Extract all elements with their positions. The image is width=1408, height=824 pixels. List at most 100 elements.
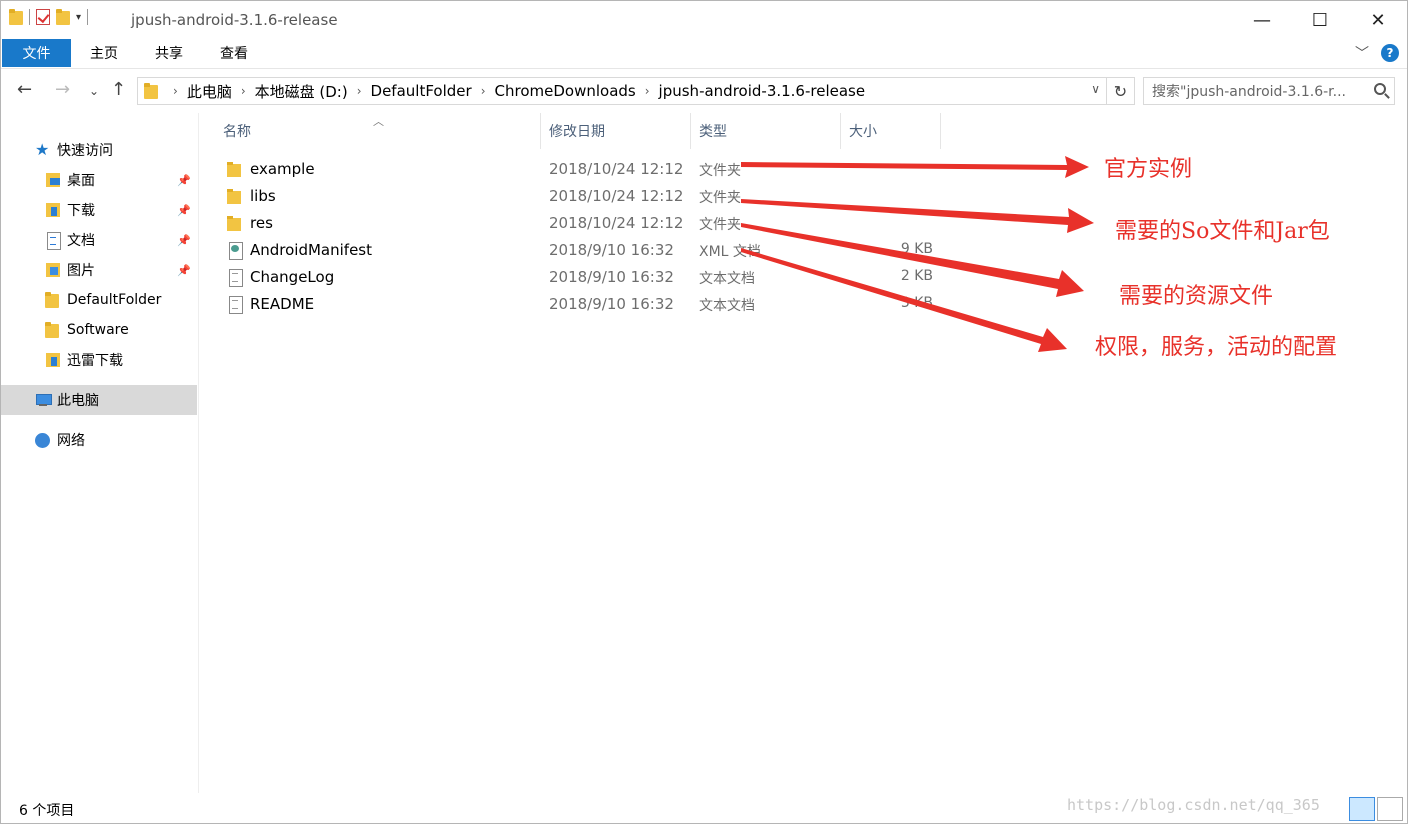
item-count: 6 个项目 [19, 803, 75, 819]
file-row[interactable]: example 2018/10/24 12:12 文件夹 [215, 156, 945, 183]
file-size: 2 KB [900, 268, 933, 284]
nav-item-network[interactable]: 网络 [1, 425, 197, 455]
file-date: 2018/9/10 16:32 [549, 241, 674, 259]
customize-toolbar-arrow-icon[interactable]: ▾ [76, 12, 81, 23]
file-row[interactable]: AndroidManifest 2018/9/10 16:32 XML 文档 9… [215, 237, 945, 264]
file-name: ChangeLog [250, 268, 335, 286]
pin-icon[interactable]: 📌 [177, 264, 191, 277]
folder-icon [227, 188, 243, 204]
explorer-window: ▾ jpush-android-3.1.6-release — ☐ ✕ 文件 主… [0, 0, 1408, 824]
nav-label: 图片 [67, 263, 95, 279]
file-date: 2018/10/24 12:12 [549, 214, 684, 232]
desktop-folder-icon [45, 172, 61, 188]
file-type: XML 文档 [699, 244, 761, 260]
file-date: 2018/10/24 12:12 [549, 160, 684, 178]
breadcrumb-separator-icon[interactable]: › [357, 84, 362, 98]
nav-quick-access[interactable]: ★ 快速访问 [1, 135, 197, 165]
divider [29, 9, 30, 25]
file-name: libs [250, 187, 276, 205]
annotation-label: 需要的So文件和Jar包 [1115, 219, 1330, 244]
breadcrumb-drive-d[interactable]: 本地磁盘 (D:) [255, 81, 348, 102]
breadcrumb-this-pc[interactable]: 此电脑 [187, 81, 232, 102]
tab-home[interactable]: 主页 [73, 39, 135, 67]
nav-label: 快速访问 [57, 143, 113, 159]
expand-ribbon-chevron-icon[interactable]: ﹀ [1355, 43, 1369, 63]
back-arrow-icon[interactable]: ← [17, 79, 32, 100]
breadcrumb-current-folder[interactable]: jpush-android-3.1.6-release [659, 82, 866, 100]
nav-item-this-pc[interactable]: 此电脑 [1, 385, 197, 415]
file-row[interactable]: ChangeLog 2018/9/10 16:32 文本文档 2 KB [215, 264, 945, 291]
documents-folder-icon [45, 232, 61, 250]
folder-icon [9, 9, 23, 25]
breadcrumb-separator-icon[interactable]: › [241, 84, 246, 98]
up-arrow-icon[interactable]: ↑ [111, 79, 126, 100]
file-type: 文本文档 [699, 298, 755, 314]
nav-item-documents[interactable]: 文档 📌 [1, 225, 197, 255]
nav-label: 网络 [57, 433, 85, 449]
tab-file[interactable]: 文件 [2, 39, 71, 67]
network-icon [35, 432, 51, 448]
nav-label: Software [67, 322, 129, 338]
folder-icon [45, 322, 61, 338]
nav-label: DefaultFolder [67, 292, 162, 308]
breadcrumb-separator-icon[interactable]: › [173, 84, 178, 98]
computer-icon [35, 392, 52, 408]
column-header-size[interactable]: 大小 [841, 113, 941, 149]
column-header-type[interactable]: 类型 [691, 113, 841, 149]
nav-item-defaultfolder[interactable]: DefaultFolder [1, 285, 197, 315]
forward-arrow-icon[interactable]: → [55, 79, 70, 100]
file-size: 3 KB [900, 295, 933, 311]
ribbon-right-controls: ﹀ ? [1355, 43, 1399, 63]
ribbon-tabs: 文件 主页 共享 查看 ﹀ ? [1, 39, 1407, 69]
nav-item-software[interactable]: Software [1, 315, 197, 345]
file-date: 2018/9/10 16:32 [549, 295, 674, 313]
file-name: README [250, 295, 315, 313]
downloads-folder-icon [45, 202, 61, 218]
pin-icon[interactable]: 📌 [177, 204, 191, 217]
tab-view[interactable]: 查看 [203, 39, 265, 67]
breadcrumb-chromedownloads[interactable]: ChromeDownloads [495, 82, 636, 100]
address-bar[interactable]: › 此电脑 › 本地磁盘 (D:) › DefaultFolder › Chro… [137, 77, 1107, 105]
folder-icon [227, 215, 243, 231]
search-placeholder: 搜索"jpush-android-3.1.6-r... [1152, 84, 1346, 100]
refresh-icon[interactable]: ↻ [1107, 77, 1135, 105]
properties-icon[interactable] [36, 9, 50, 25]
file-row[interactable]: libs 2018/10/24 12:12 文件夹 [215, 183, 945, 210]
close-button[interactable]: ✕ [1349, 1, 1407, 39]
details-view-icon[interactable] [1349, 797, 1375, 821]
file-size: 9 KB [900, 241, 933, 257]
breadcrumb-separator-icon[interactable]: › [645, 84, 650, 98]
nav-item-downloads[interactable]: 下载 📌 [1, 195, 197, 225]
file-type: 文本文档 [699, 271, 755, 287]
nav-item-pictures[interactable]: 图片 📌 [1, 255, 197, 285]
search-input[interactable]: 搜索"jpush-android-3.1.6-r... [1143, 77, 1395, 105]
file-row[interactable]: README 2018/9/10 16:32 文本文档 3 KB [215, 291, 945, 318]
file-name: res [250, 214, 273, 232]
pictures-folder-icon [45, 262, 61, 278]
maximize-button[interactable]: ☐ [1291, 1, 1349, 39]
downloads-folder-icon [45, 352, 61, 368]
folder-icon [144, 83, 158, 99]
breadcrumb-separator-icon[interactable]: › [481, 84, 486, 98]
nav-item-desktop[interactable]: 桌面 📌 [1, 165, 197, 195]
nav-label: 此电脑 [57, 393, 99, 409]
minimize-button[interactable]: — [1233, 1, 1291, 39]
annotation-label: 权限，服务，活动的配置 [1095, 335, 1338, 360]
folder-icon [45, 292, 61, 308]
pin-icon[interactable]: 📌 [177, 234, 191, 247]
breadcrumb-defaultfolder[interactable]: DefaultFolder [371, 82, 472, 100]
nav-item-xunlei-downloads[interactable]: 迅雷下载 [1, 345, 197, 375]
large-icons-view-icon[interactable] [1377, 797, 1403, 821]
column-header-name[interactable]: 名称 [215, 113, 541, 149]
address-dropdown-chevron-icon[interactable]: ∨ [1091, 82, 1100, 96]
folder-icon [227, 161, 243, 177]
search-icon[interactable] [1374, 83, 1386, 95]
file-row[interactable]: res 2018/10/24 12:12 文件夹 [215, 210, 945, 237]
annotation-label: 官方实例 [1104, 157, 1193, 182]
pin-icon[interactable]: 📌 [177, 174, 191, 187]
tab-share[interactable]: 共享 [137, 39, 201, 67]
recent-locations-chevron-icon[interactable]: ⌄ [89, 84, 99, 98]
new-folder-icon[interactable] [56, 9, 70, 25]
help-icon[interactable]: ? [1381, 44, 1399, 62]
column-header-date[interactable]: 修改日期 [541, 113, 691, 149]
